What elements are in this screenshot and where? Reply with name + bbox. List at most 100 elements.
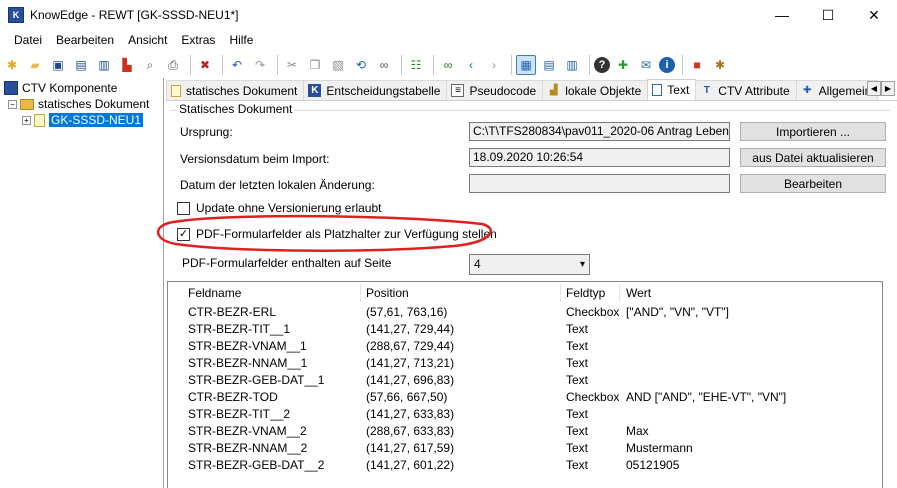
layout-split-icon[interactable]: ▥ (562, 55, 582, 75)
tab-statisches-dokument[interactable]: statisches Dokument (166, 80, 305, 100)
redo-icon[interactable]: ↷ (250, 55, 270, 75)
column-header-feldname[interactable]: Feldname (188, 286, 241, 300)
origin-field[interactable]: C:\T\TFS280834\pav011_2020-06 Antrag Leb… (469, 122, 730, 141)
tab-lokale-objekte[interactable]: ▟ lokale Objekte (542, 80, 649, 100)
tab-label: Allgemein (818, 83, 872, 98)
open-folder-icon[interactable]: ▰ (25, 55, 45, 75)
pdf-placeholder-row[interactable]: ✓ PDF-Formularfelder als Platzhalter zur… (177, 227, 497, 241)
chevron-down-icon: ▾ (579, 259, 585, 270)
menu-datei[interactable]: Datei (0, 30, 49, 51)
tab-allgemein[interactable]: ✚ Allgemein (795, 80, 879, 100)
tab-pseudocode[interactable]: ≡ Pseudocode (446, 80, 544, 100)
mail-icon[interactable]: ✉ (636, 55, 656, 75)
table-row[interactable]: STR-BEZR-VNAM__2 (288,67, 633,83) Text Max (168, 424, 882, 441)
paste-icon[interactable]: ▧ (328, 55, 348, 75)
table-row[interactable]: STR-BEZR-VNAM__1 (288,67, 729,44) Text (168, 339, 882, 356)
tab-ctv-attribute[interactable]: T CTV Attribute (695, 80, 797, 100)
form-fields-table: Feldname Position Feldtyp Wert CTR-BEZR-… (167, 281, 883, 488)
column-divider[interactable] (360, 284, 361, 302)
edit-button[interactable]: Bearbeiten (740, 174, 886, 193)
table-row[interactable]: CTR-BEZR-TOD (57,66, 667,50) Checkbox AND [… (168, 390, 882, 407)
table-row[interactable]: CTR-BEZR-ERL (57,61, 763,16) Checkbox ["AND… (168, 305, 882, 322)
local-change-label: Datum der letzten lokalen Änderung: (180, 178, 375, 192)
refresh-icon[interactable]: ⟲ (351, 55, 371, 75)
save-icon[interactable]: ▣ (48, 55, 68, 75)
version-date-field[interactable]: 18.09.2020 10:26:54 (469, 148, 730, 167)
table-row[interactable]: STR-BEZR-GEB-DAT__2 (141,27, 601,22) Text 0… (168, 458, 882, 475)
table-row[interactable]: STR-BEZR-TIT__2 (141,27, 633,83) Text (168, 407, 882, 424)
update-no-version-row[interactable]: Update ohne Versionierung erlaubt (177, 201, 381, 215)
print-icon[interactable]: ⎙ (163, 55, 183, 75)
column-header-feldtyp[interactable]: Feldtyp (566, 286, 605, 300)
tree-item-root[interactable]: CTV Komponente (4, 80, 117, 96)
new-icon[interactable]: ✱ (2, 55, 22, 75)
tab-label: lokale Objekte (565, 83, 642, 98)
local-change-field[interactable] (469, 174, 730, 193)
cell-feldtyp: Text (566, 322, 589, 336)
table-row[interactable]: STR-BEZR-NNAM__2 (141,27, 617,59) Text Must… (168, 441, 882, 458)
tab-entscheidungstabelle[interactable]: K Entscheidungstabelle (303, 80, 448, 100)
tree-item-folder[interactable]: − statisches Dokument (8, 96, 149, 112)
scroll-right-icon[interactable]: ▶ (881, 81, 895, 96)
undo-icon[interactable]: ↶ (227, 55, 247, 75)
tree-icon[interactable]: ☷ (406, 55, 426, 75)
pdf-icon[interactable]: ▙ (117, 55, 137, 75)
expand-icon[interactable]: + (22, 115, 31, 125)
tab-label: Entscheidungstabelle (326, 83, 441, 98)
layout-top-icon[interactable]: ▤ (539, 55, 559, 75)
menu-ansicht[interactable]: Ansicht (121, 30, 174, 51)
stop-icon[interactable]: ■ (687, 55, 707, 75)
update-no-version-checkbox[interactable] (177, 201, 190, 215)
cell-position: (141,27, 713,21) (366, 356, 455, 370)
pin-icon[interactable]: ✚ (613, 55, 633, 75)
update-from-file-button[interactable]: aus Datei aktualisieren (740, 148, 886, 167)
column-divider[interactable] (619, 284, 620, 302)
pdf-placeholder-checkbox[interactable]: ✓ (177, 227, 190, 241)
puzzle-icon: ✚ (802, 85, 812, 96)
info-icon[interactable]: i (659, 57, 675, 73)
table-row[interactable]: STR-BEZR-GEB-DAT__1 (141,27, 696,83) Text (168, 373, 882, 390)
tree-item-label: statisches Dokument (38, 97, 150, 111)
toolbar-separator (433, 55, 434, 75)
cell-feldtyp: Text (566, 458, 589, 472)
table-row[interactable]: STR-BEZR-NNAM__1 (141,27, 713,21) Text (168, 356, 882, 373)
save-all-icon[interactable]: ▥ (94, 55, 114, 75)
column-divider[interactable] (560, 284, 561, 302)
tab-strip: statisches Dokument K Entscheidungstabel… (166, 79, 897, 100)
cell-position: (141,27, 696,83) (366, 373, 455, 387)
back-icon[interactable]: ‹ (461, 55, 481, 75)
copy-icon[interactable]: ❐ (305, 55, 325, 75)
column-header-wert[interactable]: Wert (626, 286, 651, 300)
layout-left-icon[interactable]: ▦ (516, 55, 536, 75)
cell-position: (141,27, 729,44) (366, 322, 455, 336)
cell-wert: 05121905 (626, 458, 680, 472)
menu-bearbeiten[interactable]: Bearbeiten (49, 30, 121, 51)
cell-feldname: CTR-BEZR-ERL (188, 305, 277, 319)
tree-item-selected[interactable]: + GK-SSSD-NEU1 (22, 112, 144, 128)
column-header-position[interactable]: Position (366, 286, 409, 300)
scroll-left-icon[interactable]: ◀ (867, 81, 881, 96)
bug-icon[interactable]: ✱ (710, 55, 730, 75)
minimize-button[interactable]: — (759, 0, 805, 30)
save-as-icon[interactable]: ▤ (71, 55, 91, 75)
menu-hilfe[interactable]: Hilfe (222, 30, 260, 51)
toolbar-separator (277, 55, 278, 75)
delete-icon[interactable]: ✖ (195, 55, 215, 75)
help-icon[interactable]: ? (594, 57, 610, 73)
binoculars-icon[interactable]: ∞ (438, 55, 458, 75)
menu-extras[interactable]: Extras (174, 30, 222, 51)
close-button[interactable]: ✕ (851, 0, 897, 30)
cut-icon[interactable]: ✂ (282, 55, 302, 75)
cell-position: (288,67, 729,44) (366, 339, 455, 353)
tab-text[interactable]: Text (647, 79, 697, 100)
forward-icon[interactable]: › (484, 55, 504, 75)
link-icon[interactable]: ∞ (374, 55, 394, 75)
table-row[interactable]: STR-BEZR-TIT__1 (141,27, 729,44) Text (168, 322, 882, 339)
ctv-component-icon (4, 81, 18, 95)
window-title: KnowEdge - REWT [GK-SSSD-NEU1*] (30, 8, 239, 22)
import-button[interactable]: Importieren ... (740, 122, 886, 141)
maximize-button[interactable]: ☐ (805, 0, 851, 30)
print-preview-icon[interactable]: ⌕ (140, 55, 160, 75)
page-select[interactable]: 4 ▾ (469, 254, 590, 275)
collapse-icon[interactable]: − (8, 99, 17, 109)
